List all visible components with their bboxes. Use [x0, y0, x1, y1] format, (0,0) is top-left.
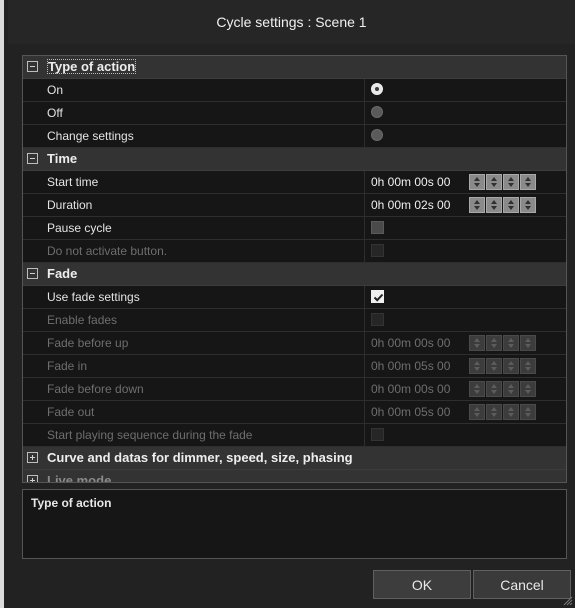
row-label: Fade before down: [23, 378, 365, 400]
row-fade-in: Fade in 0h 00m 05s 00: [23, 355, 566, 378]
start-time-spinners: [469, 174, 536, 190]
minutes-spinner: [486, 335, 502, 351]
section-time[interactable]: Time: [23, 148, 566, 171]
section-label: Type of action: [47, 59, 137, 74]
cancel-button[interactable]: Cancel: [473, 570, 571, 599]
resize-grip-icon[interactable]: [563, 596, 573, 606]
row-label: On: [23, 79, 365, 101]
frames-spinner: [520, 404, 536, 420]
description-title: Type of action: [31, 496, 112, 510]
frames-spinner[interactable]: [520, 197, 536, 213]
row-pause-cycle[interactable]: Pause cycle: [23, 217, 566, 240]
hours-spinner: [469, 358, 485, 374]
minutes-spinner: [486, 404, 502, 420]
ok-button[interactable]: OK: [373, 570, 471, 599]
section-type-of-action[interactable]: Type of action: [23, 56, 566, 79]
fade-in-spinners: [469, 358, 536, 374]
fade-out-value: 0h 00m 05s 00: [371, 405, 451, 419]
frames-spinner: [520, 358, 536, 374]
fade-in-value: 0h 00m 05s 00: [371, 359, 451, 373]
use-fade-settings-checkbox[interactable]: [371, 290, 384, 303]
minutes-spinner[interactable]: [486, 174, 502, 190]
change-settings-radio[interactable]: [371, 129, 383, 141]
minutes-spinner[interactable]: [486, 197, 502, 213]
hours-spinner[interactable]: [469, 197, 485, 213]
row-start-time[interactable]: Start time 0h 00m 00s 00: [23, 171, 566, 194]
row-label: Fade before up: [23, 332, 365, 354]
row-label: Do not activate button.: [23, 240, 365, 262]
row-label: Off: [23, 102, 365, 124]
off-radio[interactable]: [371, 106, 383, 118]
checkmark-icon: [373, 293, 384, 302]
frames-spinner: [520, 381, 536, 397]
row-use-fade-settings[interactable]: Use fade settings: [23, 286, 566, 309]
section-live-mode: Live mode: [23, 470, 566, 483]
row-enable-fades: Enable fades: [23, 309, 566, 332]
row-label: Use fade settings: [23, 286, 365, 308]
frames-spinner: [520, 335, 536, 351]
do-not-activate-checkbox: [371, 244, 384, 257]
duration-value[interactable]: 0h 00m 02s 00: [371, 194, 450, 216]
hours-spinner: [469, 404, 485, 420]
hours-spinner: [469, 335, 485, 351]
row-change-settings[interactable]: Change settings: [23, 125, 566, 148]
frames-spinner[interactable]: [520, 174, 536, 190]
fade-out-spinners: [469, 404, 536, 420]
row-label: Start playing sequence during the fade: [23, 424, 365, 446]
hours-spinner: [469, 381, 485, 397]
seconds-spinner: [503, 381, 519, 397]
row-on[interactable]: On: [23, 79, 566, 102]
minutes-spinner: [486, 358, 502, 374]
seconds-spinner: [503, 335, 519, 351]
row-off[interactable]: Off: [23, 102, 566, 125]
row-label: Fade out: [23, 401, 365, 423]
pause-cycle-checkbox[interactable]: [371, 221, 384, 234]
section-label: Time: [47, 151, 78, 166]
fade-before-up-value: 0h 00m 00s 00: [371, 336, 451, 350]
seconds-spinner[interactable]: [503, 174, 519, 190]
description-panel: Type of action: [22, 489, 567, 559]
property-grid: Type of action On Off Change settings Ti…: [22, 55, 567, 483]
section-label: Live mode: [47, 473, 112, 483]
title-bar[interactable]: Cycle settings : Scene 1: [8, 0, 575, 44]
seconds-spinner: [503, 404, 519, 420]
row-label: Fade in: [23, 355, 365, 377]
row-duration[interactable]: Duration 0h 00m 02s 00: [23, 194, 566, 217]
section-curve[interactable]: Curve and datas for dimmer, speed, size,…: [23, 447, 566, 470]
start-playing-checkbox: [371, 428, 384, 441]
row-label: Start time: [23, 171, 365, 193]
hours-spinner[interactable]: [469, 174, 485, 190]
row-do-not-activate: Do not activate button.: [23, 240, 566, 263]
row-label: Change settings: [23, 125, 365, 147]
section-fade[interactable]: Fade: [23, 263, 566, 286]
fade-before-down-spinners: [469, 381, 536, 397]
row-fade-before-up: Fade before up 0h 00m 00s 00: [23, 332, 566, 355]
fade-before-down-value: 0h 00m 00s 00: [371, 382, 451, 396]
seconds-spinner[interactable]: [503, 197, 519, 213]
fade-before-up-spinners: [469, 335, 536, 351]
dialog-title: Cycle settings : Scene 1: [216, 14, 367, 30]
enable-fades-checkbox: [371, 313, 384, 326]
row-label: Duration: [23, 194, 365, 216]
row-label: Pause cycle: [23, 217, 365, 239]
start-time-value[interactable]: 0h 00m 00s 00: [371, 171, 450, 193]
seconds-spinner: [503, 358, 519, 374]
section-label: Fade: [47, 266, 78, 281]
row-start-playing: Start playing sequence during the fade: [23, 424, 566, 447]
duration-spinners: [469, 197, 536, 213]
row-fade-out: Fade out 0h 00m 05s 00: [23, 401, 566, 424]
section-label: Curve and datas for dimmer, speed, size,…: [47, 450, 353, 465]
minutes-spinner: [486, 381, 502, 397]
on-radio[interactable]: [371, 83, 383, 95]
row-fade-before-down: Fade before down 0h 00m 00s 00: [23, 378, 566, 401]
row-label: Enable fades: [23, 309, 365, 331]
